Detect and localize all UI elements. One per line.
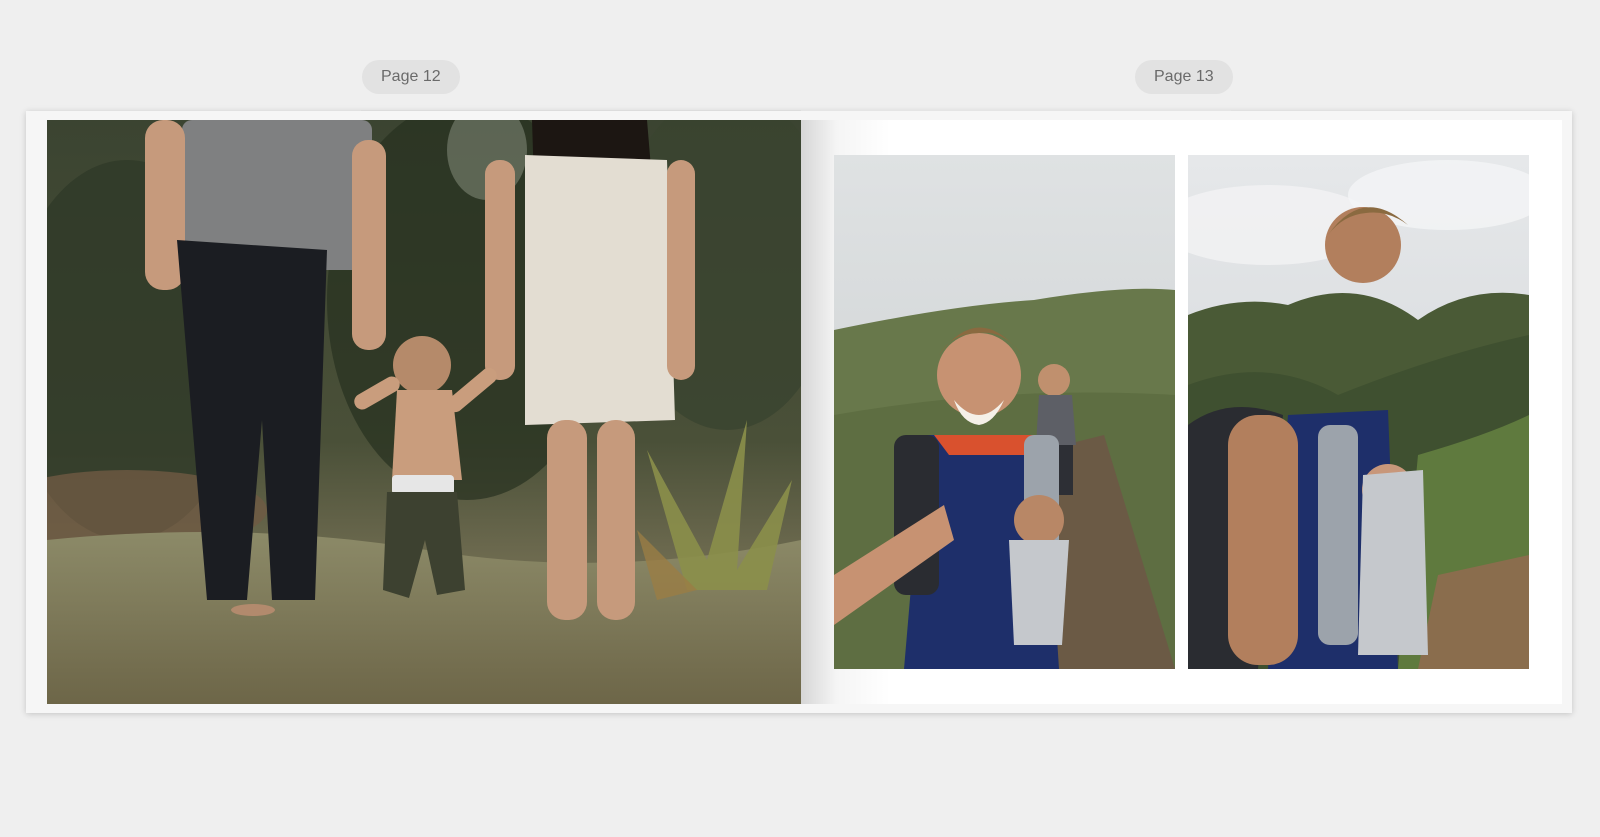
hiking-selfie-image-2 bbox=[1188, 155, 1529, 669]
family-walking-photo[interactable] bbox=[47, 120, 801, 704]
hiking-selfie-photo-1[interactable] bbox=[834, 155, 1175, 669]
page-13[interactable] bbox=[801, 120, 1562, 704]
page-13-label[interactable]: Page 13 bbox=[1135, 60, 1233, 94]
photo-book-spread bbox=[26, 110, 1572, 713]
page-12[interactable] bbox=[47, 120, 801, 704]
hiking-selfie-image-1 bbox=[834, 155, 1175, 669]
page-12-label[interactable]: Page 12 bbox=[362, 60, 460, 94]
hiking-selfie-photo-2[interactable] bbox=[1188, 155, 1529, 669]
